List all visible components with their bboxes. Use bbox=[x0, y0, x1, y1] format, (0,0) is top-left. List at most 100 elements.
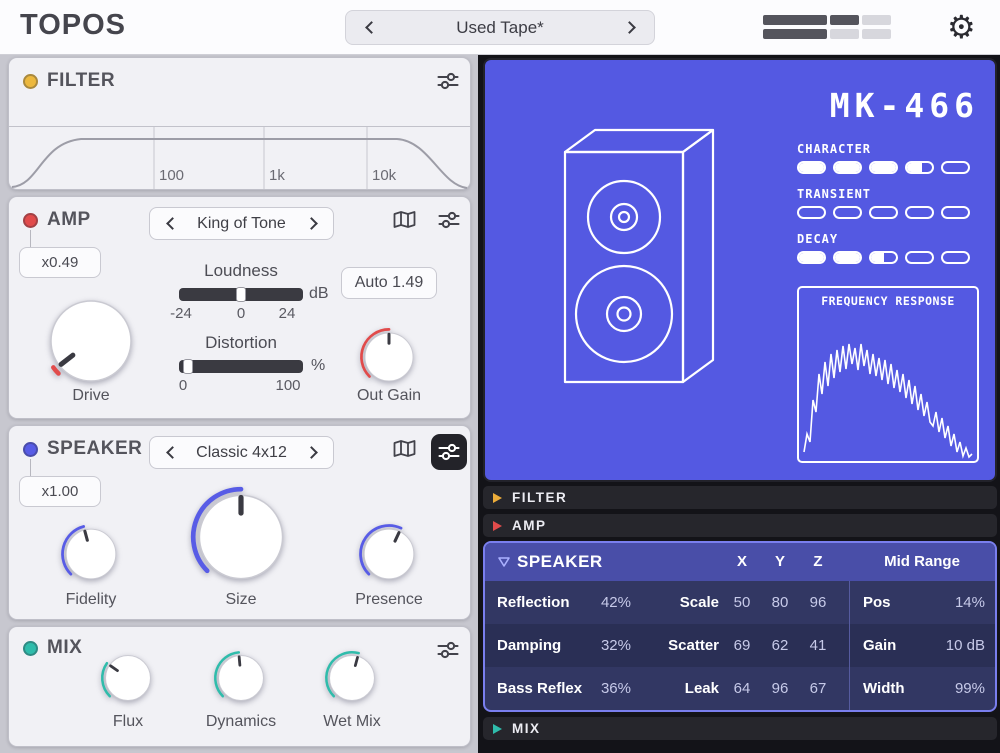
bass-reflex-value[interactable]: 36% bbox=[581, 667, 631, 710]
sliders-icon bbox=[438, 443, 460, 461]
speaker-preset-selector[interactable]: Classic 4x12 bbox=[149, 436, 334, 469]
gain-value[interactable]: 10 dB bbox=[913, 624, 985, 667]
meter-segment bbox=[941, 161, 970, 174]
mix-panel: MIX Flux Dynamics Wet Mix bbox=[8, 626, 471, 747]
collapse-triangle-icon[interactable] bbox=[498, 557, 510, 567]
meter-segment bbox=[905, 251, 934, 264]
loudness-slider-handle[interactable] bbox=[236, 287, 246, 302]
frequency-response-curve bbox=[803, 343, 973, 459]
out-gain-knob[interactable] bbox=[359, 327, 419, 387]
presence-label: Presence bbox=[355, 591, 423, 608]
speaker-section-header[interactable]: SPEAKER X Y Z Mid Range bbox=[485, 543, 995, 581]
damping-value[interactable]: 32% bbox=[581, 624, 631, 667]
speaker-multiplier-button[interactable]: x1.00 bbox=[19, 476, 101, 507]
meter-segment bbox=[869, 251, 898, 264]
preset-next-button[interactable] bbox=[621, 18, 641, 38]
loudness-slider[interactable] bbox=[179, 287, 303, 302]
amp-preset-selector[interactable]: King of Tone bbox=[149, 207, 334, 240]
table-row: Bass Reflex 36% Leak 64 96 67 Width 99% bbox=[485, 667, 995, 710]
mix-led[interactable] bbox=[23, 641, 38, 656]
scale-y-value[interactable]: 80 bbox=[761, 581, 799, 624]
leak-z-value[interactable]: 67 bbox=[799, 667, 837, 710]
flux-label: Flux bbox=[112, 713, 144, 730]
meter-segment bbox=[833, 161, 862, 174]
meter-segment bbox=[941, 206, 970, 219]
amp-preset-browser-icon[interactable] bbox=[393, 210, 416, 229]
out-gain-label: Out Gain bbox=[356, 387, 422, 404]
mix-section-label: MIX bbox=[512, 721, 541, 736]
scatter-z-value[interactable]: 41 bbox=[799, 624, 837, 667]
filter-led[interactable] bbox=[23, 74, 38, 89]
character-label: CHARACTER bbox=[797, 142, 872, 156]
scale-x-value[interactable]: 50 bbox=[723, 581, 761, 624]
distortion-slider[interactable] bbox=[179, 359, 303, 374]
transient-meter bbox=[797, 206, 970, 219]
filter-section-label: FILTER bbox=[512, 490, 568, 505]
speaker-preset-browser-icon[interactable] bbox=[393, 439, 416, 458]
settings-gear-icon[interactable]: ⚙ bbox=[947, 6, 976, 48]
presence-knob[interactable] bbox=[358, 523, 420, 585]
speaker-preset-name[interactable]: Classic 4x12 bbox=[180, 444, 303, 462]
auto-gain-button[interactable]: Auto 1.49 bbox=[341, 267, 437, 299]
cabinet-display: MK-466 CHARACTER TRANSIENT DECAY FREQUEN… bbox=[483, 58, 997, 482]
distortion-slider-handle[interactable] bbox=[183, 359, 193, 374]
meter-segment bbox=[797, 206, 826, 219]
filter-section-bar[interactable]: FILTER bbox=[483, 486, 997, 509]
global-preset-selector[interactable]: Used Tape* bbox=[345, 10, 655, 45]
row-label: Scatter bbox=[668, 637, 719, 654]
loudness-unit: dB bbox=[309, 285, 329, 302]
character-meter bbox=[797, 161, 970, 174]
speaker-settings-sliders-button-active[interactable] bbox=[431, 434, 467, 470]
wet-mix-knob[interactable] bbox=[324, 650, 380, 706]
speaker-led[interactable] bbox=[23, 442, 38, 457]
amp-section-bar[interactable]: AMP bbox=[483, 514, 997, 537]
filter-curve-editor[interactable]: 100 1k 10k bbox=[9, 127, 470, 189]
preset-prev-button[interactable] bbox=[359, 18, 379, 38]
freq-label-100: 100 bbox=[159, 167, 185, 184]
column-header-y: Y bbox=[774, 553, 785, 570]
dynamics-knob[interactable] bbox=[213, 650, 269, 706]
row-label: Leak bbox=[684, 680, 719, 697]
amp-led[interactable] bbox=[23, 213, 38, 228]
size-knob[interactable] bbox=[189, 485, 293, 589]
mix-settings-sliders-icon[interactable] bbox=[437, 641, 459, 659]
meter-segment bbox=[830, 29, 859, 39]
mid-range-header: Mid Range bbox=[884, 553, 960, 570]
meter-fill bbox=[830, 15, 859, 25]
filter-settings-sliders-icon[interactable] bbox=[437, 72, 459, 90]
flux-knob[interactable] bbox=[100, 650, 156, 706]
freq-label-10k: 10k bbox=[372, 167, 397, 184]
amp-settings-sliders-icon[interactable] bbox=[438, 211, 460, 229]
speaker-preset-prev-button[interactable] bbox=[160, 443, 180, 463]
decay-label: DECAY bbox=[797, 232, 839, 246]
amp-preset-name[interactable]: King of Tone bbox=[180, 215, 303, 233]
speaker-section-expanded: SPEAKER X Y Z Mid Range Reflection 42% S… bbox=[483, 541, 997, 712]
leak-x-value[interactable]: 64 bbox=[723, 667, 761, 710]
speaker-title: SPEAKER bbox=[47, 438, 143, 459]
row-label: Pos bbox=[863, 594, 891, 611]
amp-preset-next-button[interactable] bbox=[303, 214, 323, 234]
top-bar: TOPOS Used Tape* ⚙ bbox=[0, 0, 1000, 55]
transient-label: TRANSIENT bbox=[797, 187, 872, 201]
width-value[interactable]: 99% bbox=[913, 667, 985, 710]
speaker-preset-next-button[interactable] bbox=[303, 443, 323, 463]
loudness-scale-max: 24 bbox=[278, 305, 296, 322]
speaker-section-title[interactable]: SPEAKER bbox=[517, 543, 603, 581]
scatter-y-value[interactable]: 62 bbox=[761, 624, 799, 667]
pos-value[interactable]: 14% bbox=[913, 581, 985, 624]
leak-y-value[interactable]: 96 bbox=[761, 667, 799, 710]
scale-z-value[interactable]: 96 bbox=[799, 581, 837, 624]
amp-multiplier-button[interactable]: x0.49 bbox=[19, 247, 101, 278]
global-preset-name[interactable]: Used Tape* bbox=[456, 18, 544, 38]
scatter-x-value[interactable]: 69 bbox=[723, 624, 761, 667]
drive-knob[interactable] bbox=[41, 291, 141, 391]
mix-section-bar[interactable]: MIX bbox=[483, 717, 997, 740]
table-row: Damping 32% Scatter 69 62 41 Gain 10 dB bbox=[485, 624, 995, 667]
meter-segment bbox=[797, 251, 826, 264]
loudness-scale-min: -24 bbox=[170, 305, 192, 322]
amp-preset-prev-button[interactable] bbox=[160, 214, 180, 234]
fidelity-knob[interactable] bbox=[60, 523, 122, 585]
reflection-value[interactable]: 42% bbox=[581, 581, 631, 624]
meter-segment bbox=[905, 206, 934, 219]
filter-panel: FILTER 100 1k 10k bbox=[8, 57, 471, 190]
